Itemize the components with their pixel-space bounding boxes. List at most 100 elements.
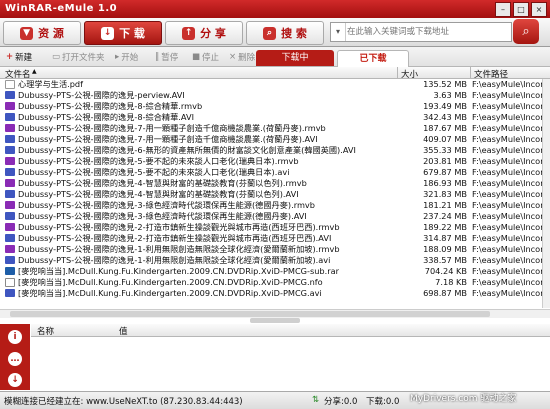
open-folder-button[interactable]: ▭ 打开文件夹 [52, 50, 105, 63]
detail-column-value[interactable]: 值 [119, 325, 128, 337]
download-toolbar: + 新建 ▭ 打开文件夹 ▸ 开始 ‖ 暂停 ■ 停止 × 删除 下载中 已下载 [0, 47, 550, 67]
nav-resources-button[interactable]: ▼ 资 源 [3, 21, 81, 45]
file-name: Dubussy-PTS-公視-國際的逸見-2-打造市鎮新生操談觀光與城市再造(西… [18, 222, 340, 232]
file-type-icon [5, 124, 15, 132]
vertical-scrollbar[interactable] [542, 79, 550, 308]
file-type-icon [5, 102, 15, 110]
file-type-icon [5, 157, 15, 165]
horizontal-scrollbar[interactable] [0, 309, 550, 318]
share-icon: ↑ [182, 26, 196, 40]
file-row[interactable]: Dubussy-PTS-公視-國際的逸見-8-綜合精華.rmvb 193.49 M… [0, 101, 550, 111]
file-size: 355.33 MB [423, 145, 467, 155]
start-button[interactable]: ▸ 开始 [115, 50, 138, 63]
panel-splitter[interactable] [250, 318, 300, 323]
file-size: 698.87 MB [423, 288, 467, 298]
tab-downloading[interactable]: 下载中 [256, 50, 334, 66]
delete-button[interactable]: × 删除 [229, 50, 255, 63]
file-type-icon [5, 223, 15, 231]
file-path: F:\easyMule\Incom [472, 255, 548, 265]
file-type-icon [5, 245, 15, 253]
file-row[interactable]: Dubussy-PTS-公視-國際的逸見-1-利用無限創造無限談全球化經濟(愛爾… [0, 255, 550, 265]
detail-column-name[interactable]: 名称 [37, 325, 54, 337]
file-row[interactable]: Dubussy-PTS-公視-國際的逸見-8-綜合精華.AVI 342.43 MB… [0, 112, 550, 122]
download-icon: ↓ [101, 26, 115, 40]
nav-share-button[interactable]: ↑ 分 享 [165, 21, 243, 45]
minimize-button[interactable]: – [495, 2, 511, 17]
search-input[interactable] [347, 25, 507, 38]
file-row[interactable]: 心理学与生活.pdf 135.52 MB F:\easyMule\Incom [0, 79, 550, 89]
search-tab-icon: ⌕ [263, 26, 277, 40]
info-icon[interactable]: i [8, 330, 22, 344]
file-row[interactable]: Dubussy-PTS-公視-國際的逸見-4-智慧與財富的基礎談教育(芬蘭以色列… [0, 189, 550, 199]
file-size: 188.09 MB [423, 244, 467, 254]
file-path: F:\easyMule\Incom [472, 167, 548, 177]
file-name: Dubussy-PTS-公視-國際的逸見-5-要不起的未來談人口老化(瑞典日本)… [18, 156, 299, 166]
horizontal-scroll-thumb[interactable] [10, 311, 490, 317]
file-type-icon [5, 289, 15, 297]
share-speed: 分享:0.0 [324, 397, 358, 407]
pause-button[interactable]: ‖ 暂停 [155, 50, 178, 63]
file-row[interactable]: Dubussy-PTS-公視-國際的逸見-2-打造市鎮新生操談觀光與城市再造(西… [0, 222, 550, 232]
file-row[interactable]: Dubussy-PTS-公視-國際的逸見-4-智慧與財富的基礎談教育(芬蘭以色列… [0, 178, 550, 188]
file-path: F:\easyMule\Incom [472, 189, 548, 199]
nav-search-button[interactable]: ⌕ 搜 索 [246, 21, 324, 45]
file-path: F:\easyMule\Incom [472, 244, 548, 254]
file-row[interactable]: Dubussy-PTS-公視-國際的逸見-2-打造市鎮新生操談觀光與城市再造(西… [0, 233, 550, 243]
new-button[interactable]: + 新建 [6, 50, 32, 63]
server-status: 模糊连接已经建立在: www.UseNeXT.to (87.230.83.44:… [4, 397, 243, 407]
file-size: 187.67 MB [423, 123, 467, 133]
file-size: 409.07 MB [423, 134, 467, 144]
file-name: Dubussy-PTS-公視-國際的逸見-6-無形的資產無所無價的財富談文化創意… [18, 145, 356, 155]
file-name: [麥兜响当当].McDull.Kung.Fu.Kindergarten.2009… [18, 266, 339, 276]
file-size: 342.43 MB [423, 112, 467, 122]
file-row[interactable]: Dubussy-PTS-公視-國際的逸見-6-無形的資產無所無價的財富談文化創意… [0, 145, 550, 155]
file-path: F:\easyMule\Incom [472, 90, 548, 100]
search-dropdown-icon[interactable]: ▾ [331, 23, 346, 41]
file-name: Dubussy-PTS-公視-國際的逸見-1-利用無限創造無限談全球化經濟(愛爾… [18, 255, 331, 265]
sort-arrow-icon: ▲ [32, 68, 37, 75]
file-list: 心理学与生活.pdf 135.52 MB F:\easyMule\Incom Dubu… [0, 79, 550, 308]
file-list-header: 文件名 ▲ 大小 文件路径 [0, 67, 550, 80]
file-name: Dubussy-PTS-公視-國際的逸見-1-利用無限創造無限談全球化經濟(愛爾… [18, 244, 340, 254]
file-path: F:\easyMule\Incom [472, 266, 548, 276]
file-row[interactable]: Dubussy-PTS-公視-國際的逸見-3-綠色經濟時代談環保再生能源(德國丹… [0, 200, 550, 210]
nav-download-button[interactable]: ↓ 下 载 [84, 21, 162, 45]
maximize-button[interactable]: □ [513, 2, 529, 17]
file-row[interactable]: Dubussy-PTS-公視-國際的逸見-3-綠色經濟時代談環保再生能源(德國丹… [0, 211, 550, 221]
pause-icon: ‖ [155, 51, 160, 62]
file-row[interactable]: [麥兜响当当].McDull.Kung.Fu.Kindergarten.2009… [0, 266, 550, 276]
file-name: Dubussy-PTS-公視-國際的逸見-8-綜合精華.rmvb [18, 101, 203, 111]
file-type-icon [5, 267, 15, 275]
file-type-icon [5, 80, 15, 89]
file-row[interactable]: [麥兜响当当].McDull.Kung.Fu.Kindergarten.2009… [0, 277, 550, 287]
comment-icon[interactable]: … [8, 352, 22, 366]
file-size: 186.93 MB [423, 178, 467, 188]
file-row[interactable]: Dubussy-PTS-公視-國際的逸見-7-用一顆種子創造千億商機談農業.(荷… [0, 123, 550, 133]
nav-share-label: 分 享 [200, 27, 226, 40]
column-divider[interactable] [397, 67, 398, 78]
file-row[interactable]: Dubussy-PTS-公視-國際的逸見-5-要不起的未來談人口老化(瑞典日本)… [0, 156, 550, 166]
file-path: F:\easyMule\Incom [472, 178, 548, 188]
file-path: F:\easyMule\Incom [472, 145, 548, 155]
file-name: Dubussy-PTS-公視-國際的逸見-7-用一顆種子創造千億商機談農業.(荷… [18, 134, 318, 144]
file-size: 193.49 MB [423, 101, 467, 111]
start-label: 开始 [121, 52, 139, 63]
column-divider[interactable] [470, 67, 471, 78]
file-name: Dubussy-PTS-公視-國際的逸見-3-綠色經濟時代談環保再生能源(德國丹… [18, 211, 307, 221]
close-button[interactable]: × [531, 2, 547, 17]
file-row[interactable]: Dubussy-PTS-公視-國際的逸見-5-要不起的未來談人口老化(瑞典日本)… [0, 167, 550, 177]
file-name: [麥兜响当当].McDull.Kung.Fu.Kindergarten.2009… [18, 288, 322, 298]
download-info-icon[interactable]: ↓ [8, 373, 22, 387]
search-submit-button[interactable]: ⌕ [513, 19, 539, 44]
window-controls: – □ × [495, 2, 547, 17]
file-row[interactable]: Dubussy-PTS-公視-國際的逸見-perview.AVI 3.63 MB F… [0, 90, 550, 100]
tab-downloaded[interactable]: 已下载 [337, 50, 409, 67]
play-icon: ▸ [115, 51, 120, 62]
file-path: F:\easyMule\Incom [472, 123, 548, 133]
stop-button[interactable]: ■ 停止 [192, 50, 219, 63]
file-row[interactable]: Dubussy-PTS-公視-國際的逸見-1-利用無限創造無限談全球化經濟(愛爾… [0, 244, 550, 254]
file-path: F:\easyMule\Incom [472, 288, 548, 298]
file-row[interactable]: Dubussy-PTS-公視-國際的逸見-7-用一顆種子創造千億商機談農業.(荷… [0, 134, 550, 144]
detail-header: 名称 值 [31, 324, 550, 337]
file-row[interactable]: [麥兜响当当].McDull.Kung.Fu.Kindergarten.2009… [0, 288, 550, 298]
